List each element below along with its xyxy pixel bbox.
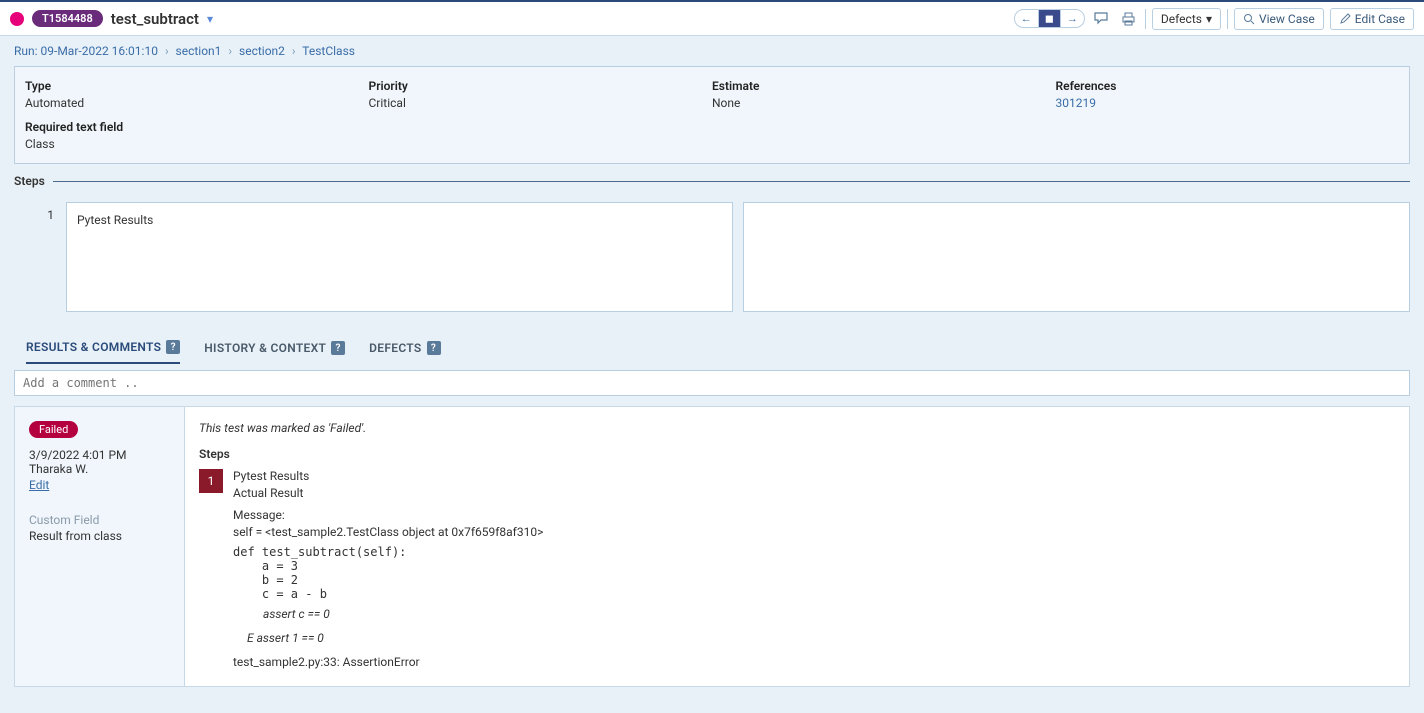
tabs: RESULTS & COMMENTS? HISTORY & CONTEXT? D… [12,332,1424,364]
result-body: This test was marked as 'Failed'. Steps … [185,407,1409,686]
feedback-icon[interactable] [1091,12,1112,25]
nav-prev-next: ← ◼ → [1014,9,1085,28]
result-meta: 3/9/2022 4:01 PM Tharaka W. [29,448,170,476]
required-field-value: Class [25,137,1399,151]
status-badge: Failed [29,421,78,438]
info-box: Type Automated Priority Critical Estimate N… [14,66,1410,164]
result-message-self: self = <test_sample2.TestClass object at… [233,525,1395,539]
result-steps-label: Steps [199,447,1395,461]
required-field-label: Required text field [25,120,1399,134]
print-icon[interactable] [1118,12,1139,26]
priority-label: Priority [369,79,713,93]
steps-area: 1 Pytest Results [0,188,1424,332]
divider [53,181,1410,182]
case-id-tag: T1584488 [32,10,103,27]
chevron-down-icon: ▾ [1206,12,1212,26]
comment-input[interactable] [14,370,1410,396]
defects-label: Defects [1161,12,1202,26]
nav-next-button[interactable]: → [1061,10,1084,27]
separator [1227,9,1228,29]
type-value: Automated [25,96,369,110]
priority-value: Critical [369,96,713,110]
result-sidebar: Failed 3/9/2022 4:01 PM Tharaka W. Edit … [15,407,185,686]
breadcrumb: Run: 09-Mar-2022 16:01:10 › section1 › s… [0,36,1424,66]
custom-field-value: Result from class [29,529,170,543]
defects-dropdown[interactable]: Defects ▾ [1152,8,1221,30]
edit-result-link[interactable]: Edit [29,478,49,492]
result-code: def test_subtract(self): a = 3 b = 2 c =… [233,545,1395,601]
estimate-label: Estimate [712,79,1056,93]
nav-prev-button[interactable]: ← [1015,10,1039,27]
result-assert: assert c == 0 [263,607,1395,621]
tab-history-context[interactable]: HISTORY & CONTEXT? [204,332,345,364]
nav-stop-button[interactable]: ◼ [1039,10,1061,27]
steps-heading: Steps [14,174,45,188]
tab-results-comments[interactable]: RESULTS & COMMENTS? [26,332,180,364]
edit-case-label: Edit Case [1355,12,1405,26]
breadcrumb-run[interactable]: Run: 09-Mar-2022 16:01:10 [14,44,158,58]
view-case-button[interactable]: View Case [1234,8,1324,30]
step-number: 1 [14,202,54,312]
header: T1584488 test_subtract ▾ ← ◼ → Defects ▾… [0,0,1424,36]
step-row: 1 Pytest Results [14,202,1410,312]
magnifier-icon [1243,13,1255,25]
tab-defects[interactable]: DEFECTS? [369,332,440,364]
references-label: References [1056,79,1400,93]
step-description: Pytest Results [66,202,733,312]
edit-case-button[interactable]: Edit Case [1330,8,1414,30]
help-icon: ? [427,341,441,355]
result-error-assert: E assert 1 == 0 [247,631,1395,645]
separator [1145,9,1146,29]
result-step-number: 1 [199,469,223,493]
view-case-label: View Case [1259,12,1315,26]
result-area: Failed 3/9/2022 4:01 PM Tharaka W. Edit … [14,406,1410,687]
result-message-label: Message: [233,508,1395,522]
chevron-down-icon[interactable]: ▾ [207,12,213,26]
status-dot-icon [10,12,24,26]
help-icon: ? [331,341,345,355]
result-actual-label: Actual Result [233,486,1395,500]
result-marked-text: This test was marked as 'Failed'. [199,421,1395,435]
result-error-line: test_sample2.py:33: AssertionError [233,655,1395,669]
type-label: Type [25,79,369,93]
custom-field-label: Custom Field [29,513,170,527]
steps-heading-row: Steps [14,174,1410,188]
breadcrumb-section2[interactable]: section2 [239,44,285,58]
pencil-icon [1339,13,1351,25]
result-step-title: Pytest Results [233,469,1395,483]
breadcrumb-class[interactable]: TestClass [302,44,355,58]
references-link[interactable]: 301219 [1056,96,1096,110]
estimate-value: None [712,96,1056,110]
case-title: test_subtract [111,10,199,28]
help-icon: ? [166,340,180,354]
step-expected [743,202,1410,312]
breadcrumb-section1[interactable]: section1 [176,44,222,58]
